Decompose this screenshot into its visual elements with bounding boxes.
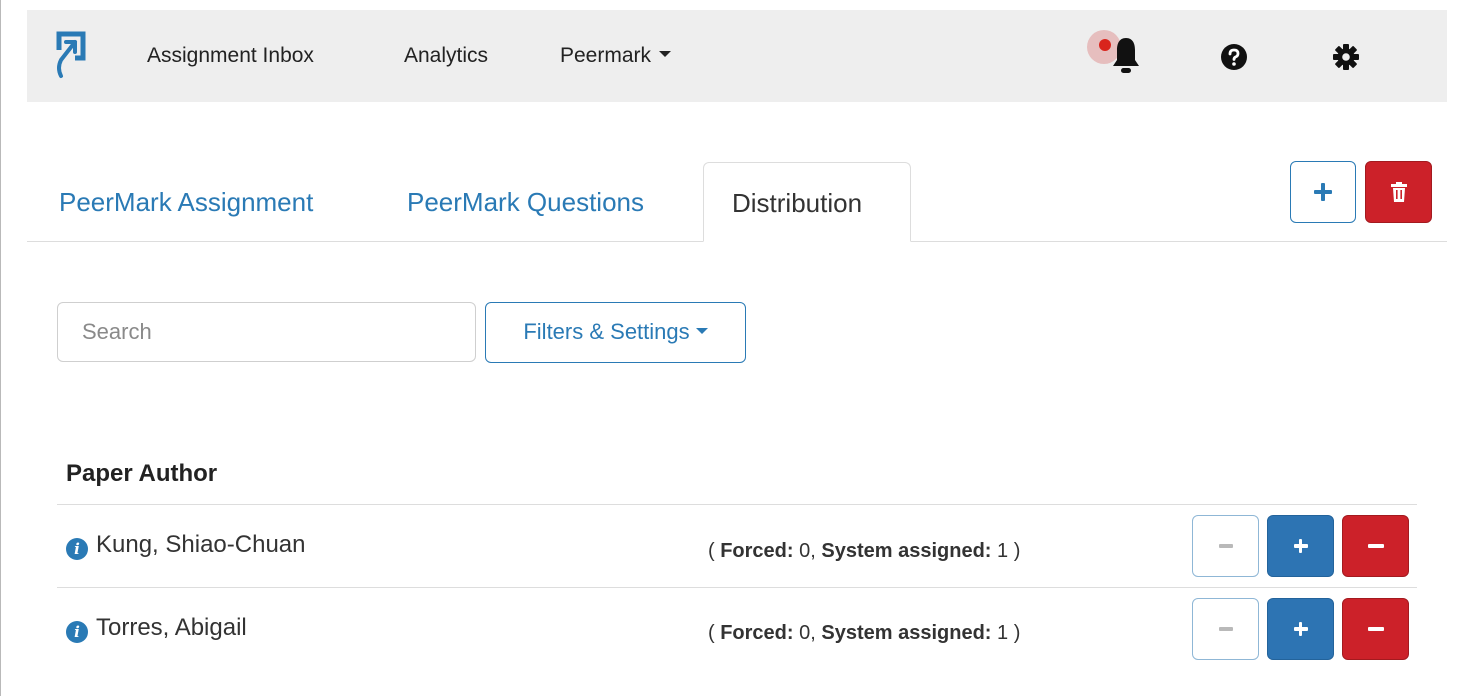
nav-assignment-inbox[interactable]: Assignment Inbox — [147, 44, 314, 68]
search-input[interactable] — [57, 302, 476, 362]
help-icon[interactable] — [1221, 44, 1247, 75]
author-name: Torres, Abigail — [96, 614, 247, 641]
decrement-forced-button[interactable] — [1192, 598, 1259, 660]
author-name: Kung, Shiao-Chuan — [96, 531, 306, 558]
table-divider — [57, 587, 1417, 588]
nav-peermark-dropdown[interactable]: Peermark — [560, 44, 672, 68]
logo-icon[interactable] — [53, 28, 89, 84]
minus-icon — [1218, 544, 1233, 548]
tab-peermark-assignment[interactable]: PeerMark Assignment — [59, 162, 313, 242]
info-icon[interactable]: i — [66, 538, 88, 560]
delete-button[interactable] — [1365, 161, 1432, 223]
column-header-paper-author: Paper Author — [66, 460, 218, 487]
add-button[interactable] — [1290, 161, 1356, 223]
table-divider — [57, 504, 1417, 505]
nav-peermark-label: Peermark — [560, 44, 652, 67]
nav-analytics[interactable]: Analytics — [404, 44, 488, 68]
filters-settings-label: Filters & Settings — [523, 319, 690, 344]
tab-distribution[interactable]: Distribution — [703, 162, 911, 242]
window-edge — [0, 0, 1, 696]
chevron-down-icon — [659, 51, 672, 58]
filters-settings-button[interactable]: Filters & Settings — [485, 302, 746, 363]
top-navbar: Assignment Inbox Analytics Peermark — [27, 10, 1447, 102]
assignment-counts: ( Forced: 0, System assigned: 1 ) — [708, 622, 1021, 644]
chevron-down-icon — [695, 328, 708, 335]
info-icon[interactable]: i — [66, 621, 88, 643]
minus-icon — [1367, 627, 1384, 631]
add-reviewer-button[interactable] — [1267, 598, 1334, 660]
bell-icon[interactable] — [1112, 36, 1140, 81]
assignment-counts: ( Forced: 0, System assigned: 1 ) — [708, 540, 1021, 562]
minus-icon — [1218, 627, 1233, 631]
decrement-forced-button[interactable] — [1192, 515, 1259, 577]
gear-icon[interactable] — [1333, 44, 1359, 75]
minus-icon — [1367, 544, 1384, 548]
add-reviewer-button[interactable] — [1267, 515, 1334, 577]
notification-dot — [1099, 39, 1111, 51]
remove-reviewer-button[interactable] — [1342, 515, 1409, 577]
tab-peermark-questions[interactable]: PeerMark Questions — [407, 162, 644, 242]
remove-reviewer-button[interactable] — [1342, 598, 1409, 660]
trash-icon — [1391, 182, 1407, 207]
